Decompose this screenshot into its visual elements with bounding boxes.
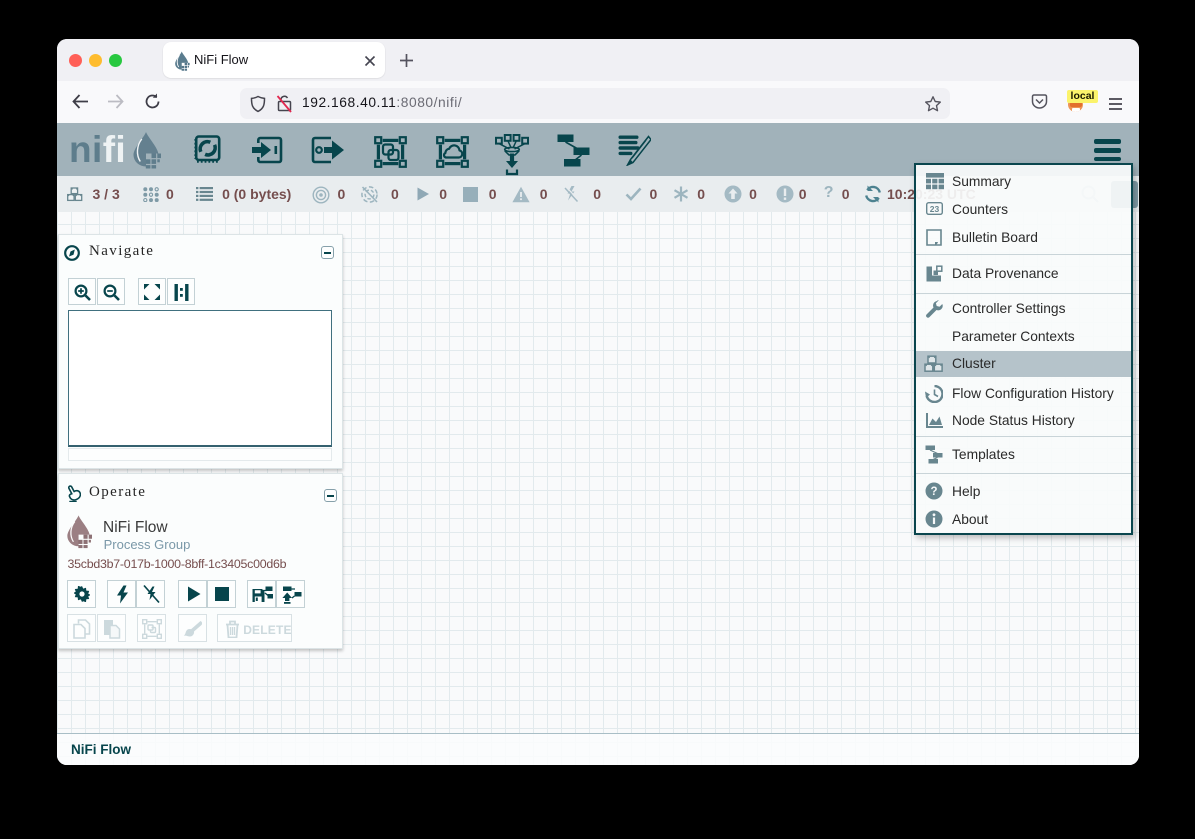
svg-text:?: ?: [930, 486, 937, 498]
svg-text:23: 23: [930, 204, 940, 214]
